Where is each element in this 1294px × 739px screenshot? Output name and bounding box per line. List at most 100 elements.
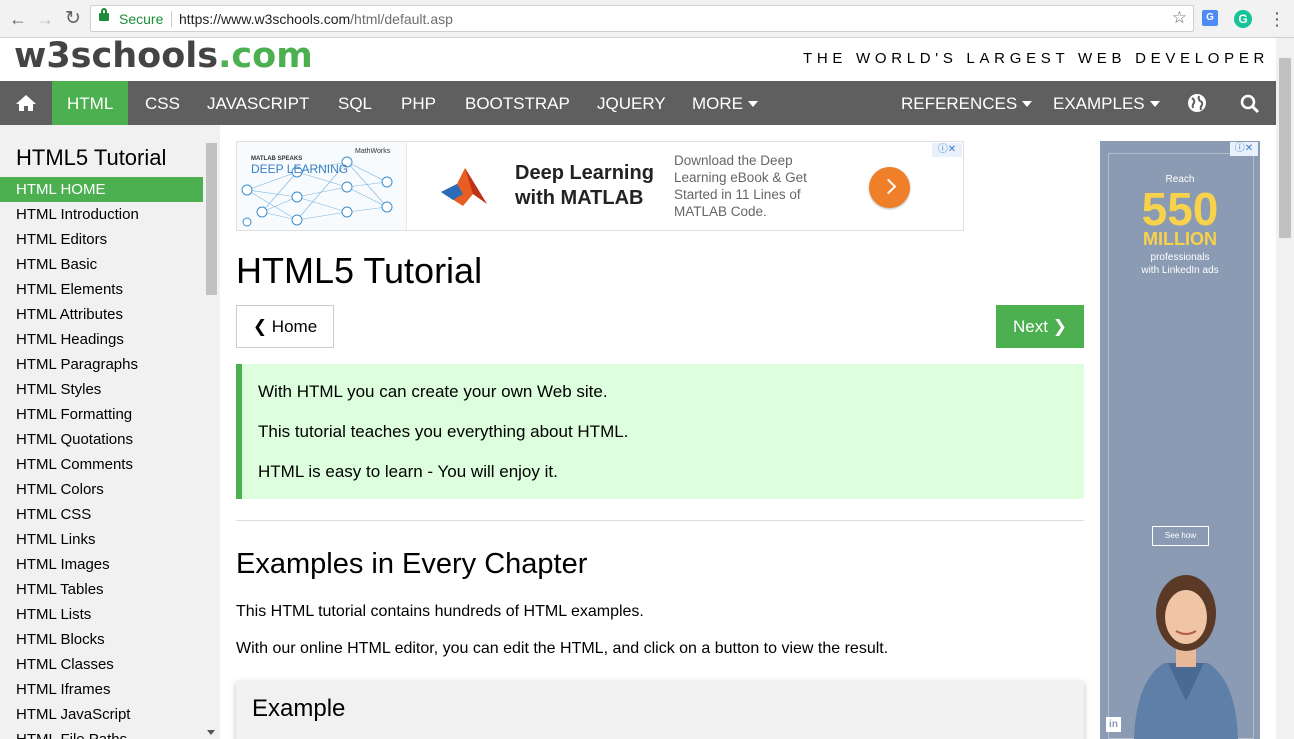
intro-note-panel: With HTML you can create your own Web si…	[236, 364, 1084, 499]
sidebar-item-html-attributes[interactable]: HTML Attributes	[0, 302, 203, 327]
ad-network-graphic: MATLAB SPEAKS DEEP LEARNING MathWorks	[237, 142, 407, 230]
home-icon	[16, 95, 36, 111]
sidebar-title: HTML5 Tutorial	[16, 145, 167, 170]
scroll-down-arrow-icon[interactable]	[207, 730, 215, 735]
logo-main: w3schools	[14, 36, 219, 76]
sidebar-item-html-tables[interactable]: HTML Tables	[0, 577, 203, 602]
ad-headline: Deep Learning with MATLAB	[515, 161, 654, 211]
sidebar-item-html-headings[interactable]: HTML Headings	[0, 327, 203, 352]
caret-down-icon	[748, 100, 758, 107]
ad-subtext-line-2: with LinkedIn ads	[1141, 265, 1219, 276]
address-separator	[171, 11, 172, 27]
caret-down-icon	[1149, 100, 1160, 107]
nav-item-javascript[interactable]: JAVASCRIPT	[207, 81, 309, 125]
page-scrollbar[interactable]	[1276, 38, 1294, 739]
nav-item-bootstrap[interactable]: BOOTSTRAP	[465, 81, 570, 125]
next-button[interactable]: Next ❯	[996, 305, 1084, 348]
translate-extension-icon[interactable]: G	[1202, 10, 1218, 26]
ad-subtext-line-1: professionals	[1150, 252, 1210, 263]
lock-icon	[99, 8, 109, 21]
sidebar-item-html-paragraphs[interactable]: HTML Paragraphs	[0, 352, 203, 377]
note-line: With HTML you can create your own Web si…	[258, 382, 608, 401]
sidebar-scrollbar-thumb[interactable]	[206, 143, 217, 295]
sidebar: HTML5 Tutorial HTML HOME HTML Introducti…	[0, 125, 220, 739]
globe-icon[interactable]	[1185, 81, 1209, 125]
sidebar-item-html-css[interactable]: HTML CSS	[0, 502, 203, 527]
ad-brand-text: MathWorks	[355, 148, 391, 155]
sidebar-item-html-classes[interactable]: HTML Classes	[0, 652, 203, 677]
sidebar-item-html-lists[interactable]: HTML Lists	[0, 602, 203, 627]
sidebar-item-html-home[interactable]: HTML HOME	[0, 177, 203, 202]
nav-item-php[interactable]: PHP	[401, 81, 436, 125]
grammarly-extension-icon[interactable]: G	[1234, 10, 1252, 28]
home-nav-button[interactable]	[0, 81, 52, 125]
adchoices-icon[interactable]: ⓘ✕	[1230, 142, 1258, 156]
address-bar[interactable]: Secure https://www.w3schools.com/html/de…	[90, 5, 1194, 32]
matlab-logo-icon	[441, 168, 487, 206]
page-title: HTML5 Tutorial	[236, 250, 483, 291]
linkedin-icon[interactable]: in	[1106, 717, 1121, 732]
sidebar-item-html-blocks[interactable]: HTML Blocks	[0, 627, 203, 652]
logo-suffix: .com	[218, 36, 313, 76]
forward-arrow-icon[interactable]: →	[35, 9, 55, 29]
sidebar-item-html-editors[interactable]: HTML Editors	[0, 227, 203, 252]
page-scrollbar-thumb[interactable]	[1279, 58, 1291, 238]
ad-big-number: 550	[1141, 183, 1219, 235]
ad-person-photo	[1134, 575, 1238, 739]
nav-item-html[interactable]: HTML	[52, 81, 129, 125]
back-arrow-icon[interactable]: ←	[8, 9, 28, 29]
url-text[interactable]: https://www.w3schools.com/html/default.a…	[179, 11, 453, 27]
browser-toolbar: ← → ↻ Secure https://www.w3schools.com/h…	[0, 0, 1294, 38]
nav-item-css[interactable]: CSS	[145, 81, 180, 125]
sidebar-item-html-javascript[interactable]: HTML JavaScript	[0, 702, 203, 727]
section-heading: Examples in Every Chapter	[236, 548, 588, 580]
top-banner-ad[interactable]: MATLAB SPEAKS DEEP LEARNING MathWorks De…	[236, 141, 964, 231]
sidebar-item-html-elements[interactable]: HTML Elements	[0, 277, 203, 302]
secure-label: Secure	[119, 11, 164, 27]
ad-subtext: professionals with LinkedIn ads	[1100, 251, 1260, 277]
ad-headline-line-2: with MATLAB	[515, 187, 644, 209]
nav-item-more[interactable]: MORE	[692, 81, 758, 125]
note-line: This tutorial teaches you everything abo…	[258, 422, 629, 441]
sidebar-list: HTML HOME HTML Introduction HTML Editors…	[0, 177, 203, 739]
sidebar-item-html-styles[interactable]: HTML Styles	[0, 377, 203, 402]
site-tagline: THE WORLD'S LARGEST WEB DEVELOPER SITE	[803, 50, 1294, 67]
adchoices-icon[interactable]: ⓘ✕	[932, 143, 962, 157]
sidebar-item-html-images[interactable]: HTML Images	[0, 552, 203, 577]
nav-examples-label: EXAMPLES	[1053, 94, 1145, 113]
sidebar-item-html-file-paths[interactable]: HTML File Paths	[0, 727, 203, 739]
sidebar-item-html-introduction[interactable]: HTML Introduction	[0, 202, 203, 227]
url-path: /html/default.asp	[350, 11, 453, 27]
sidebar-item-html-formatting[interactable]: HTML Formatting	[0, 402, 203, 427]
search-icon[interactable]	[1238, 81, 1262, 125]
ad-arrow-button[interactable]	[869, 167, 910, 208]
star-icon[interactable]: ☆	[1172, 8, 1187, 28]
caret-down-icon	[1022, 100, 1033, 107]
site-logo[interactable]: w3schools.com	[14, 36, 313, 76]
nav-item-references[interactable]: REFERENCES	[901, 81, 1033, 125]
see-how-button[interactable]: See how	[1152, 526, 1209, 546]
nav-item-examples[interactable]: EXAMPLES	[1053, 81, 1160, 125]
right-skyscraper-ad[interactable]: ⓘ✕ Reach 550 MILLION professionals with …	[1100, 141, 1260, 739]
more-vert-icon[interactable]: ⋮	[1268, 9, 1286, 29]
ad-unit-text: MILLION	[1143, 229, 1217, 249]
reload-icon[interactable]: ↻	[63, 9, 83, 29]
example-title: Example	[252, 695, 346, 722]
section-divider	[236, 520, 1084, 521]
ad-deep-learning-text: DEEP LEARNING	[251, 162, 349, 176]
nav-references-label: REFERENCES	[901, 94, 1018, 113]
sidebar-item-html-iframes[interactable]: HTML Iframes	[0, 677, 203, 702]
sidebar-item-html-basic[interactable]: HTML Basic	[0, 252, 203, 277]
sidebar-item-html-links[interactable]: HTML Links	[0, 527, 203, 552]
sidebar-item-html-colors[interactable]: HTML Colors	[0, 477, 203, 502]
nav-item-jquery[interactable]: JQUERY	[597, 81, 666, 125]
ad-headline-line-1: Deep Learning	[515, 162, 654, 184]
home-button[interactable]: ❮ Home	[236, 305, 334, 348]
sidebar-item-html-quotations[interactable]: HTML Quotations	[0, 427, 203, 452]
sidebar-scrollbar[interactable]	[204, 125, 219, 739]
top-navigation: HTML CSS JAVASCRIPT SQL PHP BOOTSTRAP JQ…	[0, 81, 1276, 125]
example-box: Example	[236, 681, 1084, 739]
sidebar-item-html-comments[interactable]: HTML Comments	[0, 452, 203, 477]
paragraph: This HTML tutorial contains hundreds of …	[236, 603, 644, 620]
nav-item-sql[interactable]: SQL	[338, 81, 372, 125]
